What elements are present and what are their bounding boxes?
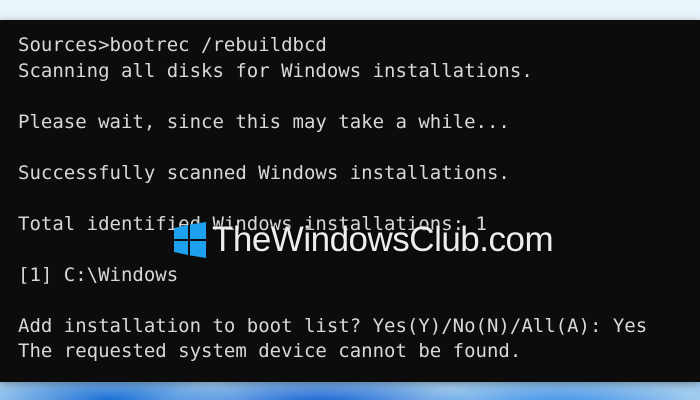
terminal-line-success: Successfully scanned Windows installatio… <box>18 161 510 184</box>
terminal-line-error: The requested system device cannot be fo… <box>18 340 522 362</box>
terminal-output: Sources>bootrec /rebuildbcd Scanning all … <box>18 33 700 365</box>
terminal-line-please-wait: Please wait, since this may take a while… <box>18 110 510 133</box>
watermark-text: TheWindowsClub.com <box>212 220 554 259</box>
windows-logo-icon <box>174 222 206 258</box>
terminal-line-installation: [1] C:\Windows <box>18 263 179 286</box>
terminal-line-prompt: Add installation to boot list? Yes(Y)/No… <box>18 314 648 337</box>
terminal-line-scanning: Scanning all disks for Windows installat… <box>18 59 533 82</box>
watermark: TheWindowsClub.com <box>172 220 554 260</box>
command-prompt-window[interactable]: Sources>bootrec /rebuildbcd Scanning all … <box>0 20 700 382</box>
terminal-line-command: Sources>bootrec /rebuildbcd <box>18 34 327 56</box>
